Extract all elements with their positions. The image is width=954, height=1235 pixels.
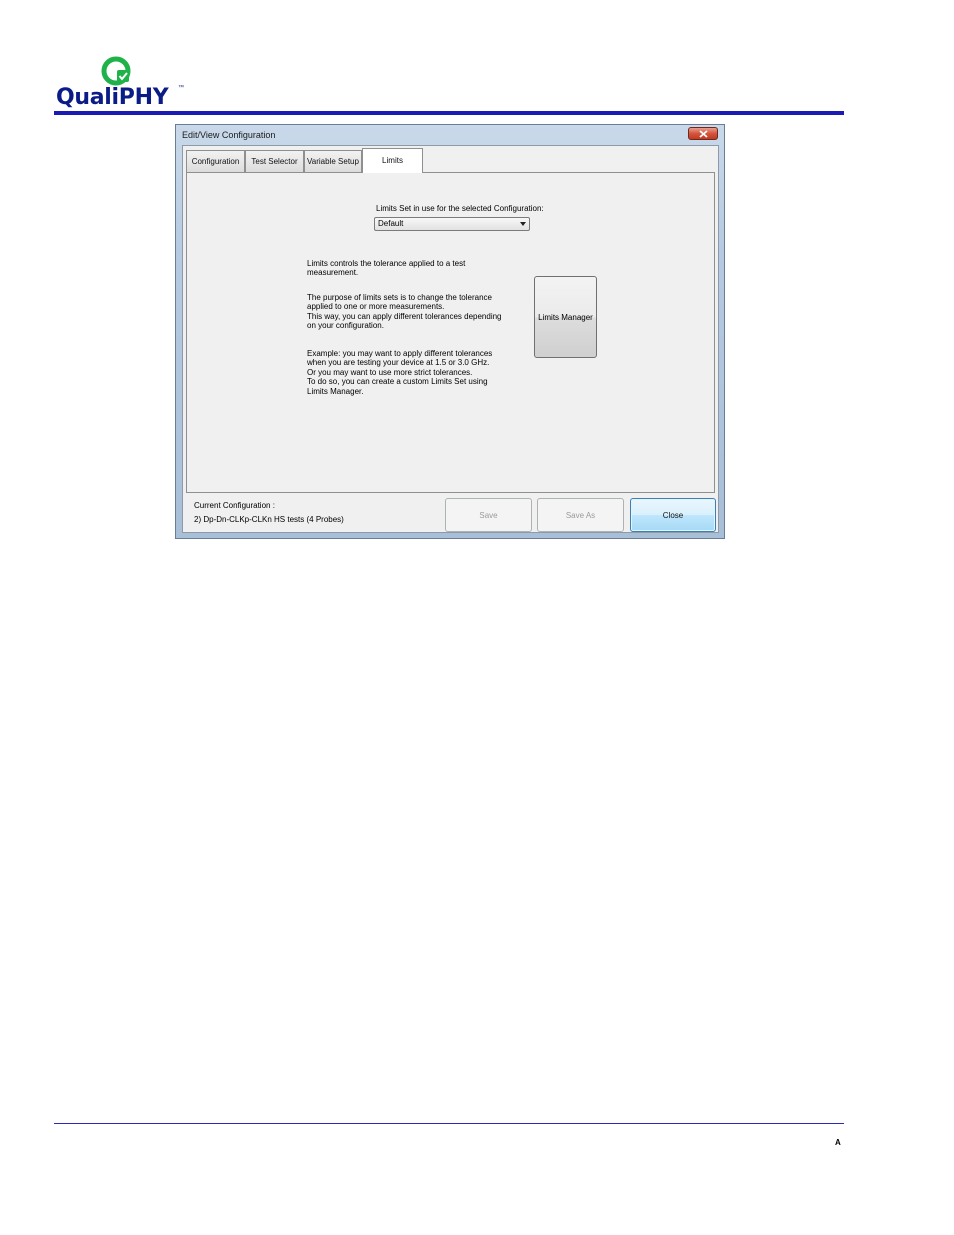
current-configuration-label: Current Configuration : — [194, 501, 275, 510]
tab-test-selector[interactable]: Test Selector — [245, 150, 304, 172]
footer-divider — [54, 1123, 844, 1124]
edit-view-configuration-window: Edit/View Configuration Configuration Te… — [175, 124, 725, 539]
logo-trademark: ™ — [178, 85, 184, 91]
limits-manager-button-label: Limits Manager — [538, 312, 593, 322]
save-as-button-label: Save As — [565, 510, 596, 520]
save-button[interactable]: Save — [445, 498, 532, 532]
tab-limits[interactable]: Limits — [362, 148, 423, 173]
window-title: Edit/View Configuration — [182, 130, 276, 140]
tab-variable-setup[interactable]: Variable Setup — [304, 150, 362, 172]
dialog-client-area: Configuration Test Selector Variable Set… — [182, 145, 719, 533]
current-configuration-value: 2) Dp-Dn-CLKp-CLKn HS tests (4 Probes) — [194, 515, 344, 524]
logo-text: QualiPHY — [56, 85, 169, 110]
limits-manager-button[interactable]: Limits Manager — [534, 276, 597, 358]
window-titlebar[interactable]: Edit/View Configuration — [176, 125, 724, 145]
close-icon — [699, 130, 708, 138]
close-button[interactable]: Close — [630, 498, 716, 532]
tab-configuration[interactable]: Configuration — [186, 150, 245, 172]
save-button-label: Save — [479, 510, 498, 520]
header-divider — [54, 111, 844, 115]
limits-set-select[interactable]: Default — [374, 217, 530, 231]
limits-description-1: Limits controls the tolerance applied to… — [307, 259, 466, 278]
footer-page-marker: A — [835, 1138, 841, 1147]
chevron-down-icon — [520, 222, 526, 226]
limits-description-3: Example: you may want to apply different… — [307, 349, 493, 396]
limits-set-label: Limits Set in use for the selected Confi… — [376, 204, 544, 213]
limits-set-selected-value: Default — [378, 219, 404, 228]
qualiphy-logo-mark-icon — [101, 56, 131, 86]
close-button-label: Close — [662, 510, 684, 520]
window-close-button[interactable] — [688, 127, 718, 140]
limits-description-2: The purpose of limits sets is to change … — [307, 293, 502, 331]
limits-tab-panel: Limits Set in use for the selected Confi… — [186, 172, 715, 493]
save-as-button[interactable]: Save As — [537, 498, 624, 532]
qualiphy-logo: QualiPHY ™ — [54, 55, 194, 113]
